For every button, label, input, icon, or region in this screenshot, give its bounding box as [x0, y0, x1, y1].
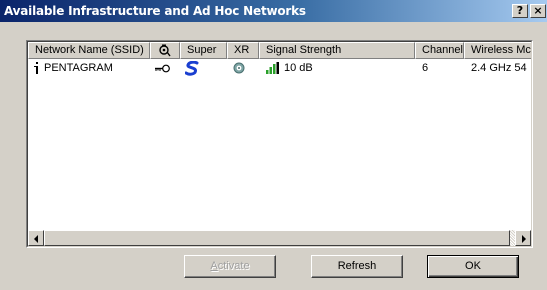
arrow-right-icon: [522, 235, 526, 243]
activate-button[interactable]: Activate: [184, 255, 276, 278]
column-header-wireless-mode[interactable]: Wireless Mc: [464, 42, 531, 59]
activate-accelerator: A: [210, 260, 218, 272]
key-icon: [155, 64, 170, 73]
wireless-mode-text: 2.4 GHz 54: [471, 62, 527, 74]
channel-text: 6: [422, 62, 429, 74]
ssid-text: PENTAGRAM: [44, 62, 113, 74]
scroll-right-button[interactable]: [515, 230, 531, 246]
access-point-icon: [34, 62, 38, 74]
column-header-channel[interactable]: Channel: [415, 42, 464, 59]
super-s-icon: [184, 60, 199, 76]
list-header: Network Name (SSID) Super XR Signal Stre…: [28, 42, 531, 59]
dialog-window: Available Infrastructure and Ad Hoc Netw…: [0, 0, 547, 290]
signal-strength-text: 10 dB: [284, 62, 313, 74]
title-bar[interactable]: Available Infrastructure and Ad Hoc Netw…: [0, 0, 547, 22]
scroll-thumb[interactable]: [44, 230, 510, 246]
network-row[interactable]: PENTAGRAM 10 dB 6 2.4 GHz 54: [28, 60, 531, 80]
xr-disc-icon: [233, 62, 245, 74]
signal-cell: [266, 62, 280, 78]
signal-bars-icon: [266, 62, 279, 74]
xr-cell: [233, 62, 245, 78]
horizontal-scrollbar[interactable]: [28, 230, 531, 246]
column-header-security[interactable]: [150, 42, 180, 59]
super-cell: [184, 60, 199, 80]
refresh-button[interactable]: Refresh: [311, 255, 403, 278]
security-cell: [155, 63, 170, 77]
scroll-left-button[interactable]: [28, 230, 44, 246]
column-header-ssid[interactable]: Network Name (SSID): [28, 42, 150, 59]
column-header-xr[interactable]: XR: [227, 42, 259, 59]
column-header-super[interactable]: Super: [180, 42, 227, 59]
ok-button[interactable]: OK: [427, 255, 519, 278]
column-header-signal-strength[interactable]: Signal Strength: [259, 42, 415, 59]
window-title: Available Infrastructure and Ad Hoc Netw…: [4, 4, 306, 18]
activate-label-rest: ctivate: [217, 260, 250, 272]
arrow-left-icon: [34, 235, 38, 243]
close-button[interactable]: ×: [530, 4, 546, 18]
network-list[interactable]: Network Name (SSID) Super XR Signal Stre…: [26, 40, 533, 248]
help-button[interactable]: ?: [512, 4, 528, 18]
key-lock-icon: [159, 44, 171, 57]
